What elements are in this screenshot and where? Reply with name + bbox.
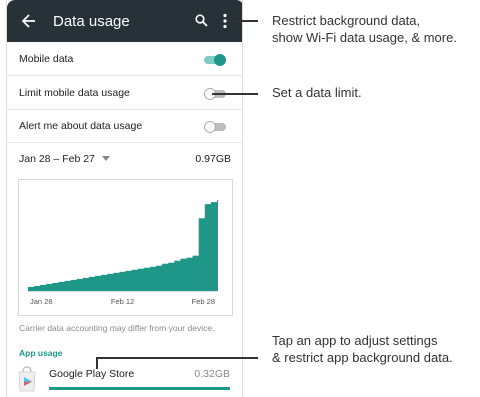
alert-usage-toggle[interactable]	[203, 120, 227, 134]
page-title: Data usage	[53, 13, 130, 30]
app-size: 0.32GB	[194, 368, 230, 380]
cycle-total-usage: 0.97GB	[195, 153, 231, 165]
callout-menu-line-2: show Wi-Fi data usage, & more.	[272, 30, 457, 45]
x-tick-label: Feb 28	[192, 297, 215, 306]
mobile-data-toggle[interactable]	[203, 53, 227, 67]
app-usage-heading: App usage	[19, 348, 63, 358]
callout-line-app-h	[96, 357, 258, 359]
usage-area-step	[137, 268, 145, 291]
callout-line-limit	[212, 93, 258, 95]
usage-chart-svg: Jan 28 Feb 12 Feb 28	[28, 200, 218, 306]
usage-area-step	[88, 276, 96, 291]
usage-area-step	[58, 281, 66, 291]
usage-area-step	[125, 270, 133, 291]
cycle-range-dropdown[interactable]: Jan 28 – Feb 27	[19, 153, 95, 165]
callout-line-menu	[228, 20, 258, 22]
usage-area-step	[210, 202, 217, 291]
app-usage-bar-fill	[49, 387, 230, 390]
usage-area-step	[70, 279, 78, 291]
callout-line-app-v	[96, 357, 98, 369]
phone-screen: Data usage Mobile data Limit mobile data…	[6, 0, 243, 397]
billing-cycle-row[interactable]: Jan 28 – Feb 27 0.97GB	[7, 143, 242, 175]
search-icon[interactable]	[195, 14, 208, 27]
usage-area-step	[204, 204, 212, 291]
usage-area-step	[131, 269, 139, 291]
mobile-data-label: Mobile data	[19, 53, 74, 65]
callout-app: Tap an app to adjust settings & restrict…	[272, 332, 453, 366]
usage-area-step	[28, 286, 35, 291]
usage-area-step	[217, 200, 218, 291]
alert-usage-label: Alert me about data usage	[19, 120, 143, 132]
callout-app-line-2: & restrict app background data.	[272, 350, 453, 365]
usage-area-step	[162, 263, 169, 291]
back-arrow-icon[interactable]	[21, 11, 37, 31]
callout-menu: Restrict background data, show Wi-Fi dat…	[272, 12, 457, 46]
x-tick-label: Jan 28	[30, 297, 53, 306]
usage-chart[interactable]: Jan 28 Feb 12 Feb 28	[18, 179, 233, 316]
usage-area-step	[168, 262, 175, 291]
usage-area-step	[143, 267, 151, 291]
limit-usage-row[interactable]: Limit mobile data usage	[7, 77, 242, 110]
usage-area-step	[40, 284, 47, 291]
carrier-note: Carrier data accounting may differ from …	[19, 323, 215, 333]
usage-area-step	[101, 274, 108, 291]
app-bar: Data usage	[7, 0, 242, 42]
app-usage-bar	[49, 387, 230, 390]
usage-area-step	[198, 218, 206, 291]
app-row-google-play-store[interactable]: Google Play Store 0.32GB	[7, 362, 242, 397]
usage-area-step	[156, 265, 163, 291]
usage-area-step	[119, 271, 127, 291]
usage-area-step	[76, 278, 84, 291]
usage-area-step	[95, 275, 102, 291]
usage-area-step	[180, 258, 188, 291]
usage-area-step	[149, 266, 157, 291]
app-name: Google Play Store	[49, 368, 135, 380]
usage-area-step	[64, 280, 72, 291]
usage-area-step	[186, 257, 194, 291]
play-store-icon	[18, 366, 36, 392]
dropdown-caret-icon[interactable]	[102, 156, 110, 162]
usage-area-step	[174, 260, 181, 291]
callout-app-line-1: Tap an app to adjust settings	[272, 333, 438, 348]
usage-area-step	[46, 283, 53, 291]
usage-area-step	[107, 273, 114, 291]
x-tick-label: Feb 12	[111, 297, 134, 306]
usage-area-step	[52, 282, 59, 291]
usage-area-step	[82, 277, 90, 291]
limit-usage-label: Limit mobile data usage	[19, 87, 130, 99]
alert-usage-row[interactable]: Alert me about data usage	[7, 110, 242, 143]
callout-limit: Set a data limit.	[272, 85, 362, 100]
mobile-data-row[interactable]: Mobile data	[7, 43, 242, 76]
usage-area-step	[113, 272, 120, 291]
usage-area-step	[192, 255, 200, 291]
callout-menu-line-1: Restrict background data,	[272, 13, 421, 28]
usage-area-step	[34, 285, 41, 291]
